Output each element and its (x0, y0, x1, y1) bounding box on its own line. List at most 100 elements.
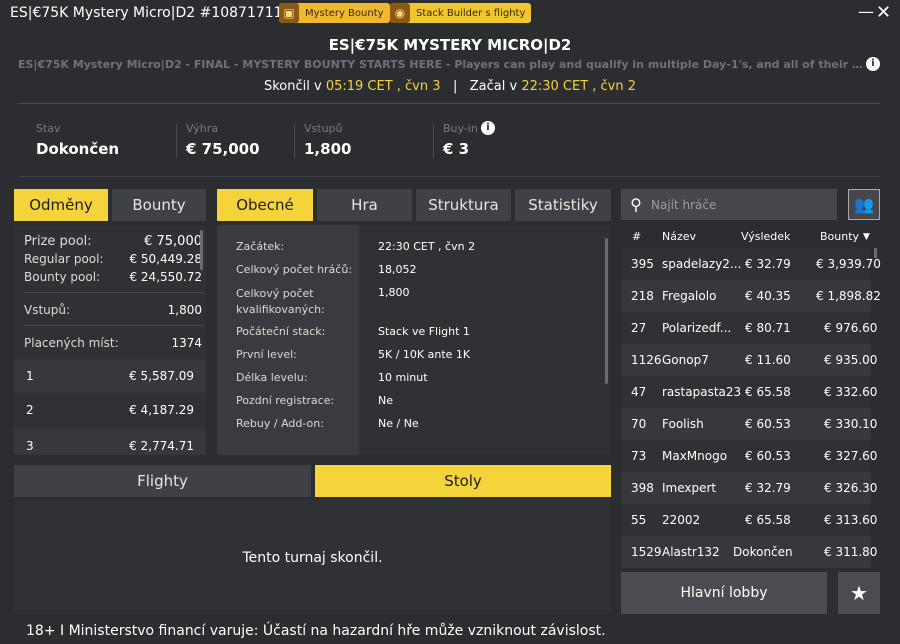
table-row[interactable]: 27 Polarizedf... € 80.71 € 976.60 (621, 312, 877, 344)
player-result: € 80.71 (745, 321, 791, 335)
star-icon: ★ (850, 581, 868, 605)
stat-value: € 3 (443, 140, 470, 158)
place-number: 3 (26, 439, 34, 453)
tab-general[interactable]: Obecné (217, 189, 313, 221)
favorite-button[interactable]: ★ (838, 572, 880, 614)
main-lobby-button[interactable]: Hlavní lobby (621, 572, 827, 614)
player-rank: 73 (631, 449, 647, 463)
tab-structure[interactable]: Struktura (416, 189, 511, 221)
entries-value: 1,800 (167, 303, 202, 317)
close-button[interactable]: ✕ (876, 2, 891, 23)
info-icon[interactable]: i (866, 57, 880, 71)
players-button[interactable]: 👥 (848, 189, 880, 220)
regular-pool-value: € 50,449.28 (129, 252, 202, 266)
prize-scrollbar[interactable] (200, 230, 203, 270)
player-name: spadelazy2... (662, 257, 742, 271)
table-row[interactable]: 1529 Alastr132 Dokončen € 311.80 (621, 536, 877, 568)
place-row: 1 € 5,587.09 (14, 359, 206, 393)
place-amount: € 5,587.09 (129, 369, 194, 383)
general-qualified-label: Celkový počet kvalifikovaných: (236, 287, 325, 316)
player-rank: 218 (631, 289, 654, 303)
player-bounty: € 3,939.70 (816, 257, 881, 271)
place-amount: € 2,774.71 (129, 439, 194, 453)
buyin-info-icon[interactable]: i (481, 121, 495, 135)
players-table-header: # Název Výsledek Bounty ▼ (621, 226, 879, 248)
table-row[interactable]: 70 Foolish € 60.53 € 330.10 (621, 408, 877, 440)
player-result: € 65.58 (745, 513, 791, 527)
general-level-length-label: Délka levelu: (236, 371, 308, 384)
sort-down-icon[interactable]: ▼ (863, 232, 870, 242)
tournament-title: ES|€75K MYSTERY MICRO|D2 (328, 36, 572, 54)
player-rank: 1126 (631, 353, 662, 367)
stack-builder-badge[interactable]: ◉ Stack Builder s flighty (390, 3, 532, 23)
regular-pool-row: Regular pool: € 50,449.28 (24, 252, 202, 266)
tab-statistics[interactable]: Statistiky (515, 189, 611, 221)
paid-places-row: Placených míst: 1374 (24, 336, 202, 350)
player-result: € 65.58 (745, 385, 791, 399)
general-stack-label: Počáteční stack: (236, 325, 326, 338)
player-bounty: € 1,898.82 (816, 289, 881, 303)
prize-panel: Prize pool: € 75,000 Regular pool: € 50,… (14, 225, 206, 455)
time-divider: | (452, 79, 458, 94)
table-row[interactable]: 218 Fregalolo € 40.35 € 1,898.82 (621, 280, 881, 312)
general-start-label: Začátek: (236, 240, 285, 253)
general-late-reg-label: Pozdní registrace: (236, 394, 335, 407)
player-result: € 40.35 (745, 289, 791, 303)
table-row[interactable]: 55 22002 € 65.58 € 313.60 (621, 504, 877, 536)
player-bounty: € 311.80 (824, 545, 878, 559)
player-name: Polarizedf... (662, 321, 732, 335)
player-bounty: € 330.10 (824, 417, 878, 431)
player-bounty: € 976.60 (824, 321, 878, 335)
general-level-value: 5K / 10K ante 1K (378, 348, 471, 361)
player-result: € 60.53 (745, 417, 791, 431)
started-value: 22:30 CET , čvn 2 (521, 79, 637, 94)
window-title: ES|€75K Mystery Micro|D2 #1087171117 (10, 5, 301, 21)
gambling-warning: 18+ I Ministerstvo financí varuje: Účast… (26, 623, 606, 639)
col-rank[interactable]: # (632, 230, 641, 243)
player-result: € 32.79 (745, 257, 791, 271)
player-name: Gonop7 (662, 353, 709, 367)
prize-pool-label: Prize pool: (24, 234, 92, 249)
player-rank: 27 (631, 321, 647, 335)
table-row[interactable]: 47 rastapasta23 € 65.58 € 332.60 (621, 376, 877, 408)
tournament-ended-message: Tento turnaj skončil. (242, 550, 383, 566)
general-rebuy-label: Rebuy / Add-on: (236, 417, 324, 430)
stat-label: Stav (36, 122, 61, 135)
treasure-chest-icon: ▣ (279, 3, 299, 23)
regular-pool-label: Regular pool: (24, 252, 104, 266)
header-divider (18, 103, 880, 104)
player-search[interactable]: ⚲ (621, 189, 837, 220)
col-result[interactable]: Výsledek (741, 230, 790, 243)
table-row[interactable]: 1126 Gonop7 € 11.60 € 935.00 (621, 344, 877, 376)
place-number: 2 (26, 403, 34, 417)
ended-value: 05:19 CET , čvn 3 (325, 79, 441, 94)
minimize-button[interactable]: — (858, 2, 874, 21)
general-stack-value: Stack ve Flight 1 (378, 325, 470, 338)
table-row[interactable]: 398 Imexpert € 32.79 € 326.30 (621, 472, 877, 504)
players-scrollbar[interactable] (874, 248, 877, 258)
stat-value: 1,800 (304, 140, 352, 158)
place-row: 3 € 2,774.71 (14, 429, 206, 455)
place-number: 1 (26, 369, 34, 383)
mystery-bounty-label: Mystery Bounty (305, 7, 384, 19)
col-bounty[interactable]: Bounty (820, 230, 859, 243)
player-bounty: € 935.00 (824, 353, 878, 367)
tab-flights[interactable]: Flighty (14, 465, 311, 497)
table-row[interactable]: 395 spadelazy2... € 32.79 € 3,939.70 (621, 248, 881, 280)
search-input[interactable] (651, 197, 831, 212)
table-row[interactable]: 73 MaxMnogo € 60.53 € 327.60 (621, 440, 877, 472)
player-name: MaxMnogo (662, 449, 728, 463)
stat-label: Buy-in (443, 122, 478, 135)
player-result: € 60.53 (745, 449, 791, 463)
tab-rewards[interactable]: Odměny (14, 189, 108, 221)
tab-tables[interactable]: Stoly (315, 465, 611, 497)
mystery-bounty-badge[interactable]: ▣ Mystery Bounty (279, 3, 390, 23)
stat-entries: Vstupů 1,800 (304, 122, 351, 158)
search-icon: ⚲ (630, 195, 642, 214)
tab-bounty[interactable]: Bounty (112, 189, 206, 221)
general-players-label: Celkový počet hráčů: (236, 263, 353, 276)
col-name[interactable]: Název (662, 230, 696, 243)
tab-game[interactable]: Hra (317, 189, 412, 221)
general-scrollbar[interactable] (605, 238, 608, 384)
general-rebuy-value: Ne / Ne (378, 417, 419, 430)
